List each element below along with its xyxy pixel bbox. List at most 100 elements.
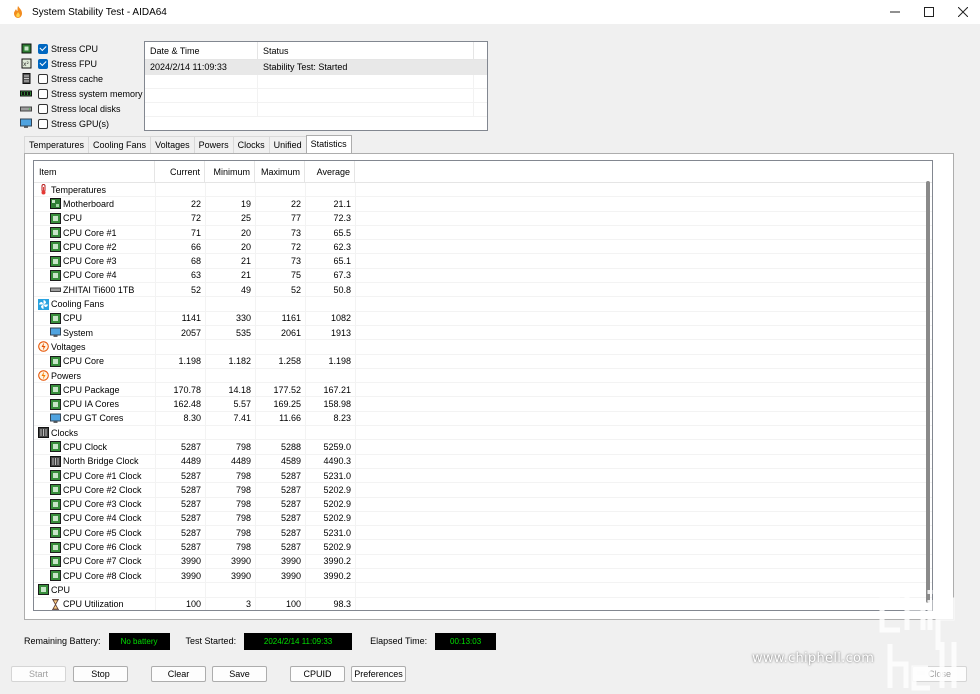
minimize-icon bbox=[890, 11, 900, 13]
stress-cache-row[interactable]: Stress cache bbox=[20, 71, 145, 86]
chip-icon bbox=[50, 527, 61, 539]
stress-memory-row[interactable]: Stress system memory bbox=[20, 86, 145, 101]
log-header-datetime[interactable]: Date & Time bbox=[145, 42, 258, 59]
clear-button[interactable]: Clear bbox=[151, 666, 206, 682]
table-row[interactable]: CPU Core #2 66 20 72 62.3 bbox=[34, 239, 932, 255]
empty-cell bbox=[355, 540, 932, 555]
item-cell: CPU bbox=[34, 584, 155, 596]
average-cell: 1913 bbox=[305, 325, 355, 340]
stop-button[interactable]: Stop bbox=[73, 666, 128, 682]
table-row[interactable]: CPU Core #6 Clock 5287 798 5287 5202.9 bbox=[34, 540, 932, 555]
table-row[interactable]: CPU Core #7 Clock 3990 3990 3990 3990.2 bbox=[34, 554, 932, 570]
log-header-status[interactable]: Status bbox=[258, 42, 474, 59]
group-row[interactable]: Temperatures bbox=[34, 182, 932, 198]
chip-icon bbox=[50, 570, 61, 582]
table-row[interactable]: CPU 72 25 77 72.3 bbox=[34, 211, 932, 226]
header-current[interactable]: Current bbox=[155, 161, 205, 182]
table-row[interactable]: CPU Core #3 Clock 5287 798 5287 5202.9 bbox=[34, 497, 932, 512]
table-row[interactable]: North Bridge Clock 4489 4489 4589 4490.3 bbox=[34, 454, 932, 469]
table-row[interactable]: CPU Core #3 68 21 73 65.1 bbox=[34, 254, 932, 269]
preferences-button[interactable]: Preferences bbox=[351, 666, 406, 682]
stress-gpu-label: Stress GPU(s) bbox=[51, 118, 110, 129]
header-item[interactable]: Item bbox=[34, 161, 155, 182]
table-row[interactable]: CPU Clock 5287 798 5288 5259.0 bbox=[34, 440, 932, 455]
group-row[interactable]: Powers bbox=[34, 368, 932, 384]
stress-gpu-checkbox[interactable] bbox=[38, 118, 48, 129]
log-entry[interactable]: 2024/2/14 11:09:33 Stability Test: Start… bbox=[145, 60, 487, 75]
minimum-cell bbox=[205, 368, 255, 383]
stress-cpu-checkbox[interactable] bbox=[38, 43, 48, 54]
table-row[interactable]: CPU Package 170.78 14.18 177.52 167.21 bbox=[34, 382, 932, 398]
average-cell: 21.1 bbox=[305, 196, 355, 211]
stress-memory-checkbox[interactable] bbox=[38, 88, 48, 99]
tab-voltages[interactable]: Voltages bbox=[150, 136, 195, 153]
stress-gpu-row[interactable]: Stress GPU(s) bbox=[20, 116, 145, 131]
item-label: CPU bbox=[63, 213, 83, 224]
table-row[interactable]: CPU Core #5 Clock 5287 798 5287 5231.0 bbox=[34, 525, 932, 541]
maximize-button[interactable] bbox=[912, 0, 946, 24]
item-cell: CPU IA Cores bbox=[34, 398, 155, 410]
group-row[interactable]: Clocks bbox=[34, 425, 932, 441]
table-row[interactable]: CPU Core #1 Clock 5287 798 5287 5231.0 bbox=[34, 468, 932, 484]
group-row[interactable]: Voltages bbox=[34, 339, 932, 355]
item-label: CPU bbox=[51, 584, 71, 595]
empty-cell bbox=[355, 325, 932, 340]
tab-cooling-fans[interactable]: Cooling Fans bbox=[88, 136, 152, 153]
item-cell: North Bridge Clock bbox=[34, 455, 155, 467]
tab-statistics[interactable]: Statistics bbox=[305, 135, 352, 153]
stress-cpu-row[interactable]: Stress CPU bbox=[20, 41, 145, 56]
maximum-cell bbox=[255, 425, 305, 440]
table-row[interactable]: CPU GT Cores 8.30 7.41 11.66 8.23 bbox=[34, 411, 932, 427]
stress-fpu-row[interactable]: x² Stress FPU bbox=[20, 56, 145, 71]
stress-cache-checkbox[interactable] bbox=[38, 73, 48, 84]
table-row[interactable]: Motherboard 22 19 22 21.1 bbox=[34, 196, 932, 212]
stress-disks-checkbox[interactable] bbox=[38, 103, 48, 114]
tab-unified[interactable]: Unified bbox=[268, 136, 307, 153]
maximum-cell: 5287 bbox=[255, 482, 305, 497]
minimum-cell: 14.18 bbox=[205, 382, 255, 397]
table-row[interactable]: CPU Core #4 Clock 5287 798 5287 5202.9 bbox=[34, 511, 932, 527]
table-row[interactable]: System 2057 535 2061 1913 bbox=[34, 325, 932, 341]
current-cell: 5287 bbox=[155, 482, 205, 497]
item-label: CPU Core #3 Clock bbox=[63, 499, 142, 510]
minimum-cell: 3990 bbox=[205, 568, 255, 583]
table-row[interactable]: CPU IA Cores 162.48 5.57 169.25 158.98 bbox=[34, 397, 932, 412]
statistics-grid[interactable]: Item Current Minimum Maximum Average Tem… bbox=[33, 160, 933, 611]
item-cell: ZHITAI Ti600 1TB bbox=[34, 284, 155, 295]
stress-fpu-checkbox[interactable] bbox=[38, 58, 48, 69]
table-row[interactable]: CPU Core #4 63 21 75 67.3 bbox=[34, 268, 932, 284]
stress-disks-row[interactable]: Stress local disks bbox=[20, 101, 145, 116]
header-maximum[interactable]: Maximum bbox=[255, 161, 305, 182]
tab-powers[interactable]: Powers bbox=[193, 136, 234, 153]
minimum-cell: 798 bbox=[205, 468, 255, 483]
header-minimum[interactable]: Minimum bbox=[205, 161, 255, 182]
status-log[interactable]: Date & Time Status 2024/2/14 11:09:33 St… bbox=[144, 41, 488, 131]
tab-temperatures[interactable]: Temperatures bbox=[24, 136, 90, 153]
vertical-scrollbar[interactable] bbox=[926, 181, 930, 603]
close-window-button[interactable] bbox=[946, 0, 980, 24]
title-bar: System Stability Test - AIDA64 bbox=[0, 0, 980, 24]
table-row[interactable]: CPU Core #2 Clock 5287 798 5287 5202.9 bbox=[34, 482, 932, 498]
chip-icon bbox=[50, 384, 61, 396]
item-label: Clocks bbox=[51, 427, 79, 438]
maximum-cell: 11.66 bbox=[255, 411, 305, 426]
tab-clocks[interactable]: Clocks bbox=[232, 136, 270, 153]
minimize-button[interactable] bbox=[878, 0, 912, 24]
start-button[interactable]: Start bbox=[11, 666, 66, 682]
cpuid-button[interactable]: CPUID bbox=[290, 666, 345, 682]
table-row[interactable]: CPU Core 1.198 1.182 1.258 1.198 bbox=[34, 354, 932, 369]
table-row[interactable]: ZHITAI Ti600 1TB 52 49 52 50.8 bbox=[34, 282, 932, 298]
maximum-cell: 5287 bbox=[255, 511, 305, 526]
table-row[interactable]: CPU Core #1 71 20 73 65.5 bbox=[34, 225, 932, 241]
maximum-cell: 22 bbox=[255, 196, 305, 211]
empty-cell bbox=[355, 440, 932, 454]
average-cell: 5202.9 bbox=[305, 511, 355, 526]
table-row[interactable]: CPU 1141 330 1161 1082 bbox=[34, 311, 932, 326]
group-row[interactable]: Cooling Fans bbox=[34, 297, 932, 312]
elapsed-value: 00:13:03 bbox=[435, 632, 497, 650]
save-button[interactable]: Save bbox=[212, 666, 267, 682]
chip-icon bbox=[50, 470, 61, 482]
monitor-icon bbox=[20, 118, 32, 129]
average-cell bbox=[305, 582, 355, 597]
header-average[interactable]: Average bbox=[305, 161, 355, 182]
